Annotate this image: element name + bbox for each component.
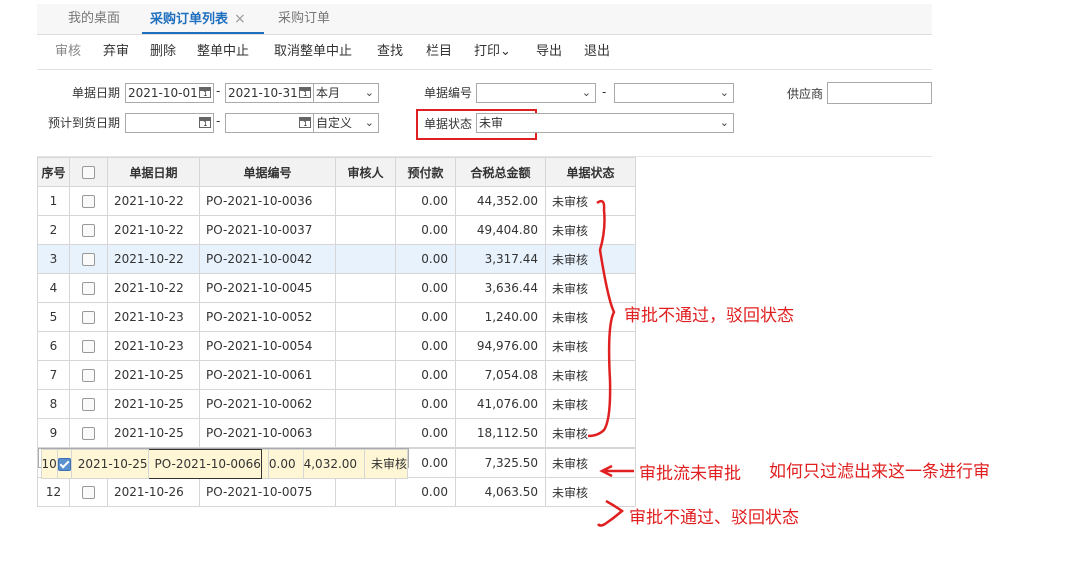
annotation-text: 审批不通过、驳回状态	[629, 508, 799, 528]
annotation-arrow	[599, 464, 634, 478]
annotation-brace	[596, 499, 625, 527]
annotation-text: 审批不通过，驳回状态	[624, 306, 794, 326]
annotation-text: 审批流未审批	[639, 464, 741, 484]
annotation-text: 如何只过滤出来这一条进行审	[769, 462, 990, 482]
annotation-brace	[587, 199, 616, 438]
annotation-layer	[587, 199, 634, 527]
